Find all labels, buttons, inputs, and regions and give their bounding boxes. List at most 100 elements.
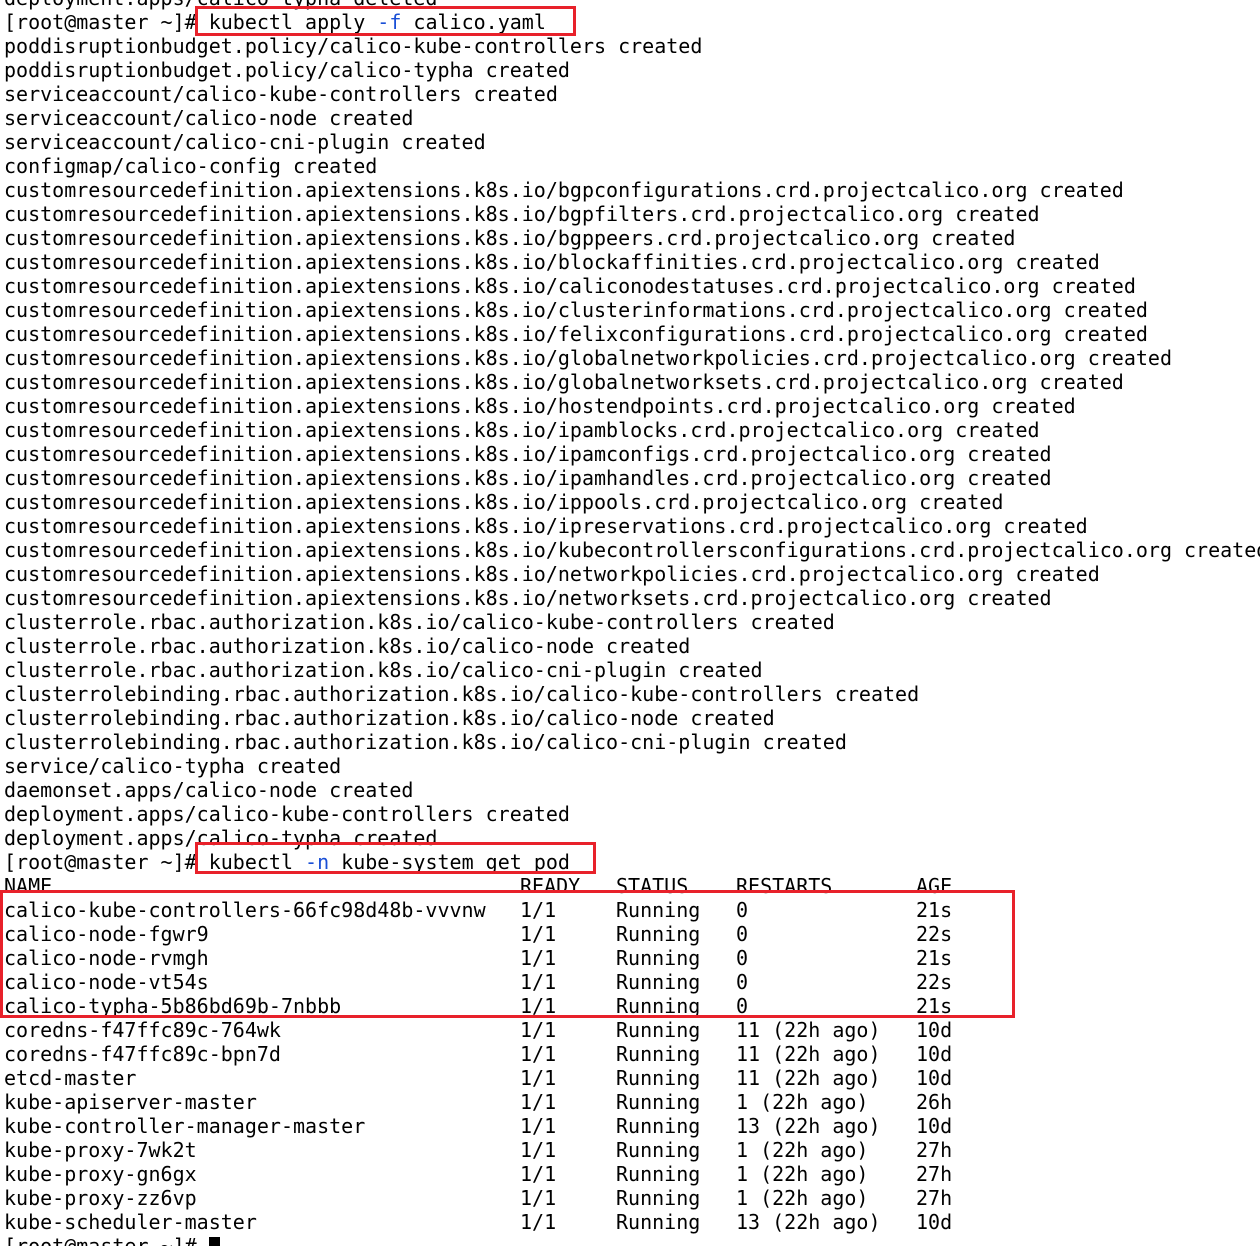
output-line: customresourcedefinition.apiextensions.k…: [4, 394, 1076, 418]
command-line-current[interactable]: [root@master ~]#: [0, 1234, 1260, 1246]
pod-ready: 1/1: [520, 1162, 557, 1186]
table-row: calico-kube-controllers-66fc98d48b-vvvnw…: [0, 898, 1260, 922]
table-row: kube-scheduler-master 1/1 Running 13 (22h a…: [0, 1210, 1260, 1234]
pod-age: 21s: [916, 898, 953, 922]
pod-name: calico-kube-controllers-66fc98d48b-vvvnw: [4, 898, 486, 922]
command-flag: -f: [377, 10, 402, 34]
output-line-partial: deployment.apps/calico-typha deleted: [0, 0, 1260, 10]
column-header-name: NAME: [4, 874, 53, 898]
pod-age: 10d: [916, 1018, 953, 1042]
pod-ready: 1/1: [520, 970, 557, 994]
pod-table-body: calico-kube-controllers-66fc98d48b-vvvnw…: [0, 898, 1260, 1234]
pod-restarts: 0: [736, 898, 749, 922]
output-line: customresourcedefinition.apiextensions.k…: [4, 418, 1040, 442]
command-argument: kube-system get pod: [329, 850, 570, 874]
pod-ready: 1/1: [520, 1114, 557, 1138]
pod-name: calico-node-fgwr9: [4, 922, 209, 946]
pod-status: Running: [616, 1138, 701, 1162]
output-line: customresourcedefinition.apiextensions.k…: [4, 370, 1124, 394]
output-line: clusterrolebinding.rbac.authorization.k8…: [4, 682, 920, 706]
pod-status: Running: [616, 946, 701, 970]
output-line: customresourcedefinition.apiextensions.k…: [4, 322, 1148, 346]
pod-status: Running: [616, 1114, 701, 1138]
pod-status: Running: [616, 1090, 701, 1114]
output-line: poddisruptionbudget.policy/calico-kube-c…: [4, 34, 703, 58]
pod-name: etcd-master: [4, 1066, 137, 1090]
pod-name: kube-scheduler-master: [4, 1210, 257, 1234]
table-row: kube-proxy-zz6vp 1/1 Running 1 (22h ago) 27h: [0, 1186, 1260, 1210]
pod-ready: 1/1: [520, 946, 557, 970]
output-line: clusterrolebinding.rbac.authorization.k8…: [4, 706, 775, 730]
column-header-restarts: RESTARTS: [736, 874, 833, 898]
pod-age: 10d: [916, 1114, 953, 1138]
command-text: kubectl apply: [208, 10, 378, 34]
pod-name: kube-proxy-7wk2t: [4, 1138, 197, 1162]
pod-age: 21s: [916, 994, 953, 1018]
pod-ready: 1/1: [520, 1042, 557, 1066]
table-row: kube-proxy-7wk2t 1/1 Running 1 (22h ago) 27h: [0, 1138, 1260, 1162]
pod-ready: 1/1: [520, 1018, 557, 1042]
pod-name: coredns-f47ffc89c-764wk: [4, 1018, 281, 1042]
table-row: calico-typha-5b86bd69b-7nbbb 1/1 Running 0 2…: [0, 994, 1260, 1018]
shell-prompt: [root@master ~]#: [4, 1234, 197, 1246]
output-line: customresourcedefinition.apiextensions.k…: [4, 586, 1052, 610]
pod-restarts: 11 (22h ago): [736, 1042, 881, 1066]
command-text: kubectl: [208, 850, 306, 874]
pod-age: 21s: [916, 946, 953, 970]
output-line: serviceaccount/calico-cni-plugin created: [4, 130, 486, 154]
output-line: customresourcedefinition.apiextensions.k…: [4, 202, 1040, 226]
output-line: service/calico-typha created: [4, 754, 342, 778]
pod-ready: 1/1: [520, 1186, 557, 1210]
output-line: customresourcedefinition.apiextensions.k…: [4, 442, 1052, 466]
output-line: customresourcedefinition.apiextensions.k…: [4, 178, 1124, 202]
pod-ready: 1/1: [520, 898, 557, 922]
shell-prompt: [root@master ~]#: [4, 10, 197, 34]
table-row: calico-node-rvmgh 1/1 Running 0 21s: [0, 946, 1260, 970]
pod-ready: 1/1: [520, 1090, 557, 1114]
pod-ready: 1/1: [520, 922, 557, 946]
pod-status: Running: [616, 898, 701, 922]
pod-restarts: 0: [736, 946, 749, 970]
pod-status: Running: [616, 922, 701, 946]
terminal-window[interactable]: deployment.apps/calico-typha deleted [ro…: [0, 0, 1260, 1246]
table-row: etcd-master 1/1 Running 11 (22h ago) 10d: [0, 1066, 1260, 1090]
column-header-status: STATUS: [616, 874, 689, 898]
pod-restarts: 1 (22h ago): [736, 1186, 869, 1210]
pod-restarts: 13 (22h ago): [736, 1114, 881, 1138]
output-line: customresourcedefinition.apiextensions.k…: [4, 346, 1172, 370]
pod-restarts: 11 (22h ago): [736, 1066, 881, 1090]
pod-status: Running: [616, 994, 701, 1018]
pod-age: 26h: [916, 1090, 953, 1114]
output-line: customresourcedefinition.apiextensions.k…: [4, 226, 1016, 250]
pod-status: Running: [616, 1066, 701, 1090]
pod-status: Running: [616, 1162, 701, 1186]
pod-name: kube-proxy-gn6gx: [4, 1162, 197, 1186]
pod-restarts: 13 (22h ago): [736, 1210, 881, 1234]
pod-status: Running: [616, 970, 701, 994]
pod-age: 10d: [916, 1066, 953, 1090]
table-row: kube-controller-manager-master 1/1 Running…: [0, 1114, 1260, 1138]
command-argument: calico.yaml: [401, 10, 546, 34]
pod-ready: 1/1: [520, 1210, 557, 1234]
output-line: clusterrolebinding.rbac.authorization.k8…: [4, 730, 847, 754]
table-row: calico-node-vt54s 1/1 Running 0 22s: [0, 970, 1260, 994]
output-line: customresourcedefinition.apiextensions.k…: [4, 562, 1100, 586]
pod-restarts: 1 (22h ago): [736, 1162, 869, 1186]
pod-age: 10d: [916, 1042, 953, 1066]
pod-restarts: 0: [736, 922, 749, 946]
output-line: customresourcedefinition.apiextensions.k…: [4, 538, 1260, 562]
pod-status: Running: [616, 1042, 701, 1066]
table-row: calico-node-fgwr9 1/1 Running 0 22s: [0, 922, 1260, 946]
pod-name: calico-typha-5b86bd69b-7nbbb: [4, 994, 342, 1018]
pod-age: 27h: [916, 1186, 953, 1210]
pod-name: calico-node-rvmgh: [4, 946, 209, 970]
output-line: customresourcedefinition.apiextensions.k…: [4, 514, 1088, 538]
output-line: serviceaccount/calico-node created: [4, 106, 414, 130]
output-line: poddisruptionbudget.policy/calico-typha …: [4, 58, 570, 82]
table-row: kube-apiserver-master 1/1 Running 1 (22h ag…: [0, 1090, 1260, 1114]
output-line: customresourcedefinition.apiextensions.k…: [4, 466, 1052, 490]
text-cursor: [208, 1237, 220, 1246]
apply-output: poddisruptionbudget.policy/calico-kube-c…: [0, 34, 1260, 850]
output-line: daemonset.apps/calico-node created: [4, 778, 414, 802]
pod-age: 22s: [916, 970, 953, 994]
